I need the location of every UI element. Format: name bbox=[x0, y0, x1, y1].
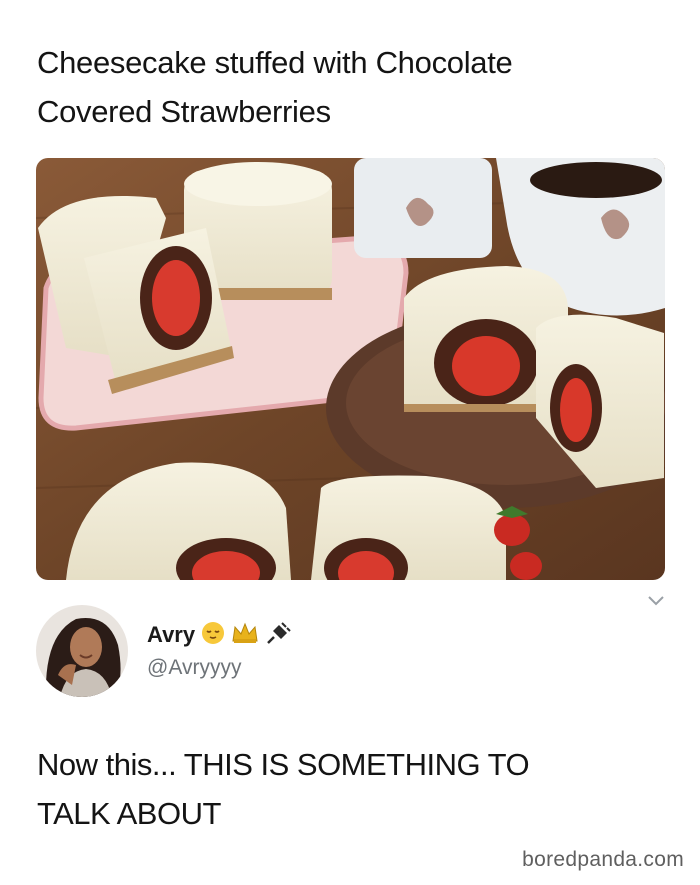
display-name[interactable]: Avry bbox=[147, 622, 195, 648]
cheesecake-photo bbox=[36, 158, 665, 580]
crown-icon bbox=[231, 621, 259, 650]
relieved-face-icon bbox=[201, 621, 225, 650]
tweet-author[interactable]: Avry bbox=[147, 620, 291, 650]
handle[interactable]: @Avryyyy bbox=[147, 656, 241, 680]
chevron-down-icon[interactable] bbox=[648, 594, 664, 606]
avatar[interactable] bbox=[36, 605, 128, 697]
post-caption: Cheesecake stuffed with Chocolate Covere… bbox=[37, 45, 513, 129]
watermark: boredpanda.com bbox=[522, 848, 684, 871]
tweet-text: Now this... THIS IS SOMETHING TO TALK AB… bbox=[37, 747, 530, 831]
plug-icon bbox=[265, 621, 291, 650]
